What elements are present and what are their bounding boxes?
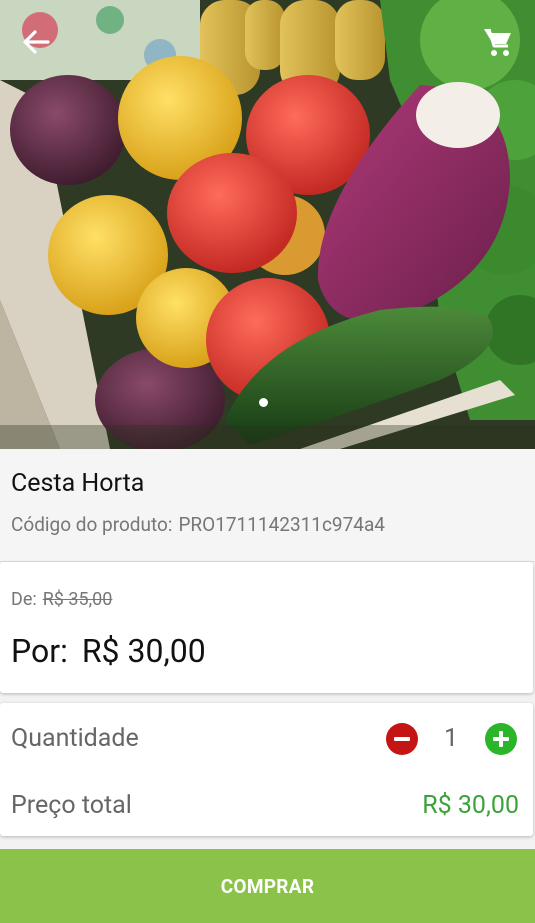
quantity-value: 1 — [444, 724, 459, 753]
quantity-card: Quantidade 1 Preço total R$ 30,00 — [0, 703, 533, 836]
product-code-value: PRO1711142311c974a4 — [178, 513, 385, 536]
quantity-label: Quantidade — [11, 724, 139, 753]
shopping-cart-icon — [484, 28, 511, 56]
buy-button-label: COMPRAR — [220, 874, 315, 898]
new-price-label: Por: — [11, 632, 68, 670]
product-code: Código do produto: PRO1711142311c974a4 — [11, 513, 385, 536]
old-price: R$ 35,00 — [42, 589, 113, 610]
back-button[interactable] — [18, 24, 54, 60]
cart-button[interactable] — [478, 22, 518, 62]
price-card: De: R$ 35,00 Por: R$ 30,00 — [0, 562, 533, 693]
buy-button[interactable]: COMPRAR — [0, 849, 535, 923]
old-price-row: De: R$ 35,00 — [11, 589, 112, 610]
product-info: Cesta Horta Código do produto: PRO1711142… — [0, 449, 535, 562]
product-image — [0, 0, 535, 449]
product-code-label: Código do produto: — [11, 513, 173, 536]
old-price-label: De: — [11, 589, 37, 610]
total-price-label: Preço total — [11, 791, 132, 820]
increase-quantity-button[interactable] — [485, 723, 517, 755]
carousel-indicator[interactable] — [259, 398, 268, 407]
decrease-quantity-button[interactable] — [386, 723, 418, 755]
product-title: Cesta Horta — [11, 469, 145, 498]
new-price: R$ 30,00 — [81, 632, 206, 670]
arrow-left-icon — [23, 30, 50, 54]
total-price-value: R$ 30,00 — [422, 791, 519, 820]
vegetable-basket-photo — [0, 0, 535, 449]
new-price-row: Por: R$ 30,00 — [11, 632, 206, 670]
